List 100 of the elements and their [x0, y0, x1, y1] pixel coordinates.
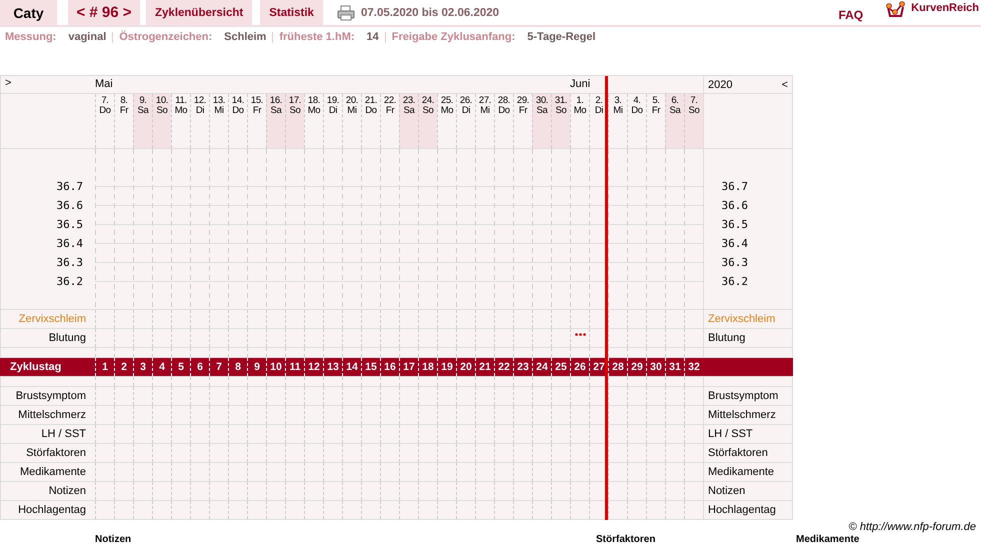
cycle-navigation[interactable]: < # 96 >: [68, 0, 140, 25]
row-label: Zervixschleim: [0, 310, 95, 328]
temperature-label: 36.5: [56, 217, 83, 233]
nav-tab[interactable]: Statistik: [260, 0, 323, 25]
cycle-day-number: 9: [247, 358, 266, 376]
cycle-day-number: 1: [95, 358, 114, 376]
row-label: Brustsymptom: [703, 387, 793, 405]
row-label: Mittelschmerz: [703, 406, 793, 424]
cycle-day-number: 18: [418, 358, 437, 376]
cycle-day-number: 6: [190, 358, 209, 376]
row-label: Notizen: [703, 482, 793, 500]
temperature-label: 36.7: [722, 179, 748, 195]
day-header: 24. So: [418, 94, 437, 148]
setting-label: Freigabe Zyklusanfang:: [392, 31, 516, 43]
cycle-day-number: 14: [342, 358, 361, 376]
cycle-day-number: 24: [532, 358, 551, 376]
bleeding-dots-icon: [574, 333, 586, 336]
setting-value: 5-Tage-Regel: [527, 31, 596, 43]
cycle-day-number: 25: [551, 358, 570, 376]
setting-value: Schleim: [224, 31, 266, 43]
day-header: 6. Sa: [665, 94, 684, 148]
cycle-day-number: 5: [171, 358, 190, 376]
date-range: 07.05.2020 bis 02.06.2020: [360, 6, 500, 18]
day-header: 21. Do: [361, 94, 380, 148]
day-header: 26. Di: [456, 94, 475, 148]
row-label: Blutung: [0, 329, 95, 347]
cycle-day-number: 23: [513, 358, 532, 376]
cycle-day-number: 22: [494, 358, 513, 376]
cycle-day-number: 8: [228, 358, 247, 376]
year-label: 2020: [708, 78, 732, 90]
day-header: 4. Do: [627, 94, 646, 148]
section-heading: Notizen: [95, 534, 132, 544]
day-header: 10. So: [152, 94, 171, 148]
day-header: 27. Mi: [475, 94, 494, 148]
cycle-day-number: 28: [608, 358, 627, 376]
setting-label: Messung:: [5, 31, 56, 43]
cycle-day-number: 12: [304, 358, 323, 376]
temperature-label: 36.3: [722, 255, 748, 271]
day-header: 25. Mo: [437, 94, 456, 148]
row-label: Hochlagentag: [0, 501, 95, 519]
row-label: Zervixschleim: [703, 310, 793, 328]
cycle-day-number: 10: [266, 358, 285, 376]
section-heading: Störfaktoren: [596, 534, 656, 544]
day-header: 14. Do: [228, 94, 247, 148]
cycle-day-number: 30: [646, 358, 665, 376]
setting-value: 14: [366, 31, 379, 43]
row-label: Medikamente: [0, 463, 95, 481]
temperature-label: 36.2: [722, 274, 748, 290]
day-header: 20. Mi: [342, 94, 361, 148]
cycle-day-number: 31: [665, 358, 684, 376]
copyright-text: © http://www.nfp-forum.de: [848, 521, 977, 534]
row-label: Störfaktoren: [0, 444, 95, 462]
setting-label: Östrogenzeichen:: [119, 31, 212, 43]
day-header: 12. Di: [190, 94, 209, 148]
day-header: 19. Di: [323, 94, 342, 148]
scroll-left-arrow[interactable]: <: [782, 78, 788, 90]
day-header: 11. Mo: [171, 94, 190, 148]
cycle-day-number: 2: [114, 358, 133, 376]
cycle-day-number: 4: [152, 358, 171, 376]
month-label: Juni: [570, 78, 590, 90]
cycle-day-number: 13: [323, 358, 342, 376]
scroll-right-arrow[interactable]: >: [5, 77, 12, 89]
temperature-label: 36.7: [56, 179, 83, 195]
cycle-day-number: 16: [380, 358, 399, 376]
day-header: 1. Mo: [570, 94, 589, 148]
temperature-label: 36.4: [722, 236, 748, 252]
cycle-day-number: 3: [133, 358, 152, 376]
row-label: Brustsymptom: [0, 387, 95, 405]
day-header: 9. Sa: [133, 94, 152, 148]
day-header: 18. Mo: [304, 94, 323, 148]
row-label: Medikamente: [703, 463, 793, 481]
day-header: 17. So: [285, 94, 304, 148]
user-name: Caty: [0, 0, 57, 25]
month-label: Mai: [95, 78, 113, 90]
cycle-day-number: 26: [570, 358, 589, 376]
section-heading: Medikamente: [796, 534, 860, 544]
cycle-day-number: 11: [285, 358, 304, 376]
day-header: 3. Mi: [608, 94, 627, 148]
day-header: 30. Sa: [532, 94, 551, 148]
day-header: 28. Do: [494, 94, 513, 148]
temperature-label: 36.6: [722, 198, 748, 214]
cycle-day-number: 15: [361, 358, 380, 376]
row-label: LH / SST: [0, 425, 95, 443]
temperature-label: 36.6: [56, 198, 83, 214]
row-label: Notizen: [0, 482, 95, 500]
cycle-day-number: 7: [209, 358, 228, 376]
faq-link[interactable]: FAQ: [838, 8, 864, 22]
printer-icon[interactable]: [336, 4, 355, 20]
day-header: 31. So: [551, 94, 570, 148]
day-header: 7. So: [684, 94, 703, 148]
cycle-day-number: 29: [627, 358, 646, 376]
day-header: 2. Di: [589, 94, 608, 148]
cycle-day-number: 27: [589, 358, 608, 376]
cycle-day-number: 21: [475, 358, 494, 376]
basket-logo-icon: [885, 1, 908, 19]
setting-value: vaginal: [68, 31, 106, 43]
day-header: 13. Mi: [209, 94, 228, 148]
temperature-label: 36.4: [56, 236, 83, 252]
nav-tab[interactable]: Zyklenübersicht: [146, 0, 252, 25]
row-label: Hochlagentag: [703, 501, 793, 519]
